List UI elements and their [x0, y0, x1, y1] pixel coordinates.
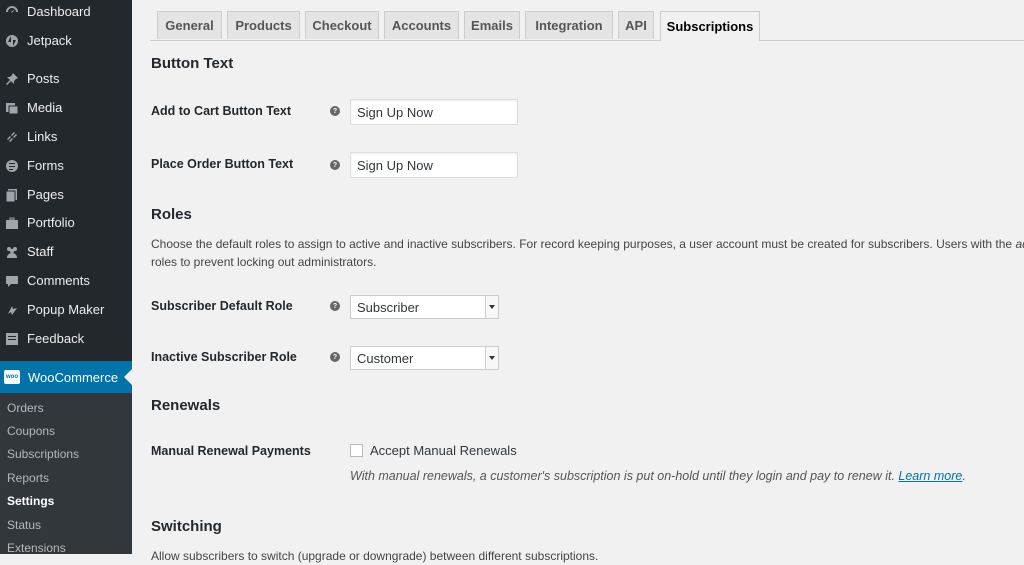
subscriber-role-label: Subscriber Default Role: [151, 299, 293, 313]
help-tip-icon[interactable]: ?: [330, 301, 340, 311]
submenu-settings[interactable]: Settings: [7, 492, 54, 510]
roles-description-line2: roles to prevent locking out administrat…: [151, 255, 377, 269]
menu-label: Portfolio: [27, 215, 75, 230]
submenu-subscriptions[interactable]: Subscriptions: [7, 445, 79, 463]
menu-item-feedback[interactable]: Feedback: [0, 324, 132, 353]
section-title-renewals: Renewals: [151, 397, 221, 414]
settings-tabs: General Products Checkout Accounts Email…: [150, 0, 1024, 41]
renewal-description: With manual renewals, a customer's subsc…: [350, 469, 966, 483]
menu-item-pages[interactable]: Pages: [0, 180, 132, 209]
pin-icon: [5, 72, 19, 86]
menu-item-comments[interactable]: Comments: [0, 266, 132, 295]
link-icon: [5, 130, 19, 144]
switching-description: Allow subscribers to switch (upgrade or …: [151, 549, 599, 563]
tab-products[interactable]: Products: [227, 11, 300, 39]
subscriber-role-select[interactable]: Subscriber: [350, 295, 499, 319]
tab-api[interactable]: API: [618, 11, 654, 39]
menu-item-links[interactable]: Links: [0, 122, 132, 151]
active-arrow: [124, 369, 132, 385]
popup-icon: [5, 303, 19, 317]
menu-item-posts[interactable]: Posts: [0, 64, 132, 93]
help-tip-icon[interactable]: ?: [330, 352, 340, 362]
menu-item-popup-maker[interactable]: Popup Maker: [0, 295, 132, 324]
roles-description-text: Choose the default roles to assign to ac…: [151, 237, 1016, 251]
accept-manual-renewals-label[interactable]: Accept Manual Renewals: [370, 443, 517, 458]
subscriber-role-value: Subscriber: [357, 299, 420, 315]
inactive-role-label: Inactive Subscriber Role: [151, 350, 297, 364]
menu-label: Staff: [27, 244, 54, 259]
tabs-baseline: [150, 40, 1024, 41]
roles-description-emphasis: adm: [1015, 237, 1024, 251]
woocommerce-icon: woo: [4, 370, 20, 384]
feedback-icon: [5, 332, 19, 346]
dropdown-arrow-icon: [485, 296, 498, 318]
menu-label: Forms: [27, 158, 64, 173]
accept-manual-renewals-checkbox[interactable]: [350, 444, 363, 457]
tab-emails[interactable]: Emails: [464, 11, 520, 39]
menu-item-portfolio[interactable]: Portfolio: [0, 208, 132, 237]
tab-general[interactable]: General: [157, 11, 222, 39]
roles-description-line1: Choose the default roles to assign to ac…: [151, 235, 1024, 253]
menu-item-staff[interactable]: Staff: [0, 237, 132, 266]
section-title-roles: Roles: [151, 206, 192, 223]
help-tip-icon[interactable]: ?: [330, 106, 340, 116]
menu-label: Popup Maker: [27, 302, 105, 317]
help-tip-icon[interactable]: ?: [330, 160, 340, 170]
submenu-extensions[interactable]: Extensions: [7, 539, 66, 557]
menu-label: Comments: [27, 273, 90, 288]
staff-icon: [5, 245, 19, 259]
tab-checkout[interactable]: Checkout: [305, 11, 379, 39]
jetpack-icon: [5, 34, 19, 48]
submenu-status[interactable]: Status: [7, 516, 41, 534]
learn-more-link[interactable]: Learn more: [898, 469, 962, 483]
submenu-coupons[interactable]: Coupons: [7, 422, 55, 440]
menu-label: Feedback: [27, 331, 85, 346]
menu-label: Links: [27, 129, 58, 144]
dashboard-icon: [5, 5, 19, 19]
menu-item-jetpack[interactable]: Jetpack: [0, 26, 132, 55]
menu-item-forms[interactable]: Forms: [0, 151, 132, 180]
manual-renewal-label: Manual Renewal Payments: [151, 444, 311, 458]
dropdown-arrow-icon: [485, 347, 498, 369]
renewal-description-period: .: [962, 469, 966, 483]
add-to-cart-label: Add to Cart Button Text: [151, 104, 292, 118]
menu-label: Dashboard: [27, 4, 91, 19]
menu-label: Jetpack: [27, 33, 72, 48]
menu-item-woocommerce[interactable]: woo WooCommerce: [0, 361, 132, 393]
place-order-text-input[interactable]: Sign Up Now: [350, 152, 518, 178]
inactive-role-select[interactable]: Customer: [350, 346, 499, 370]
add-to-cart-text-input[interactable]: Sign Up Now: [350, 99, 518, 125]
submenu-reports[interactable]: Reports: [7, 469, 49, 487]
section-title-switching: Switching: [151, 518, 222, 535]
portfolio-icon: [5, 216, 19, 230]
menu-label: Pages: [27, 187, 64, 202]
renewal-description-text: With manual renewals, a customer's subsc…: [350, 469, 899, 483]
section-title-button-text: Button Text: [151, 55, 234, 72]
pages-icon: [5, 188, 19, 202]
admin-sidebar: Dashboard Jetpack Posts Media Links Form…: [0, 0, 132, 557]
menu-label: WooCommerce: [28, 369, 119, 385]
tab-integration[interactable]: Integration: [525, 11, 613, 39]
media-icon: [5, 101, 19, 115]
menu-item-media[interactable]: Media: [0, 93, 132, 122]
menu-label: Media: [27, 100, 63, 115]
woocommerce-submenu: Orders Coupons Subscriptions Reports Set…: [0, 393, 132, 557]
tab-subscriptions[interactable]: Subscriptions: [660, 11, 760, 41]
submenu-orders[interactable]: Orders: [7, 399, 44, 417]
place-order-label: Place Order Button Text: [151, 157, 294, 171]
menu-label: Posts: [27, 71, 60, 86]
comment-icon: [5, 274, 19, 288]
forms-icon: [5, 159, 19, 173]
menu-item-dashboard[interactable]: Dashboard: [0, 0, 132, 26]
tab-accounts[interactable]: Accounts: [384, 11, 459, 39]
inactive-role-value: Customer: [357, 350, 414, 366]
